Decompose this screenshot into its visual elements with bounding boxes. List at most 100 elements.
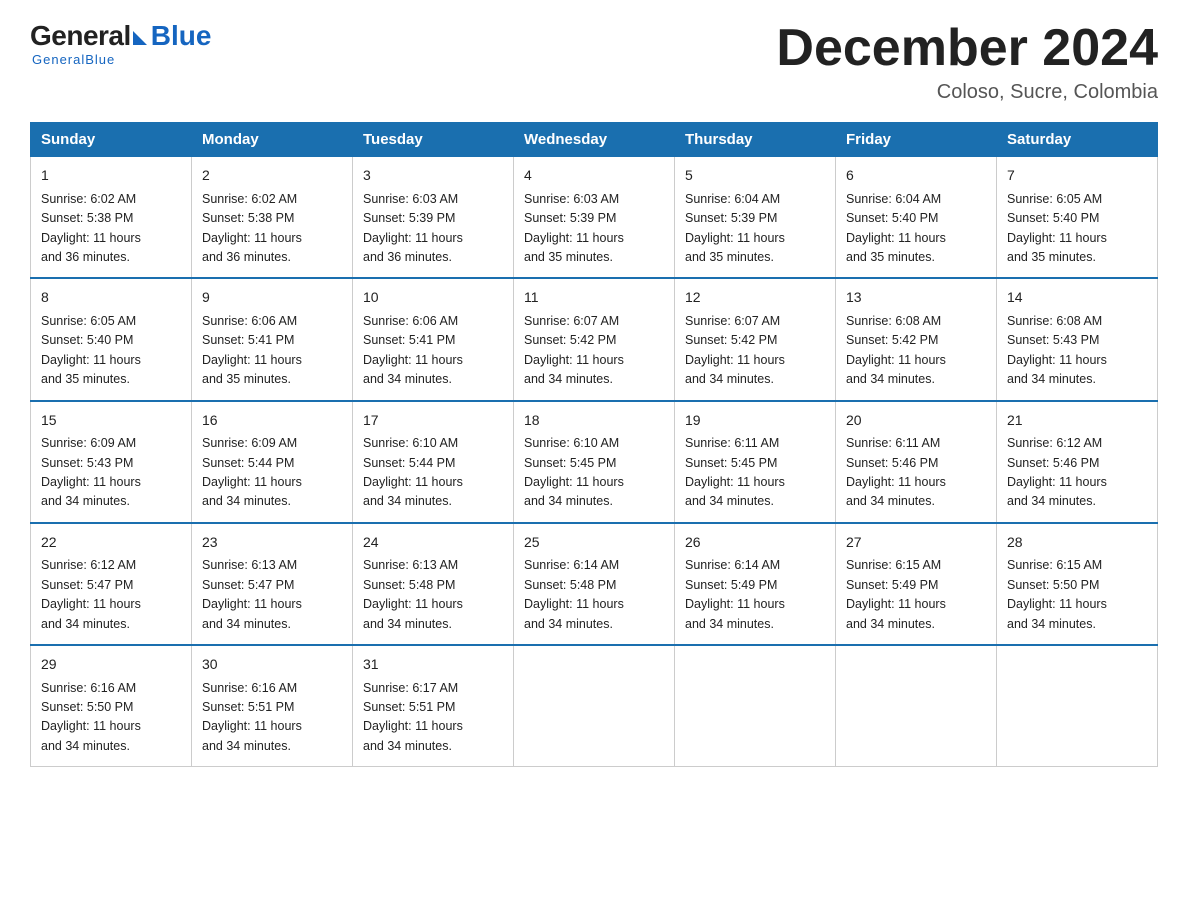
day-info: Sunrise: 6:05 AMSunset: 5:40 PMDaylight:… (41, 314, 141, 386)
title-area: December 2024 Coloso, Sucre, Colombia (776, 20, 1158, 104)
day-info: Sunrise: 6:04 AMSunset: 5:39 PMDaylight:… (685, 192, 785, 264)
day-number: 6 (846, 165, 986, 187)
day-info: Sunrise: 6:15 AMSunset: 5:50 PMDaylight:… (1007, 558, 1107, 630)
header-cell-thursday: Thursday (675, 123, 836, 157)
day-number: 21 (1007, 410, 1147, 432)
calendar-cell: 15 Sunrise: 6:09 AMSunset: 5:43 PMDayligh… (31, 401, 192, 523)
calendar-cell: 26 Sunrise: 6:14 AMSunset: 5:49 PMDayligh… (675, 523, 836, 645)
day-number: 1 (41, 165, 181, 187)
calendar-cell: 16 Sunrise: 6:09 AMSunset: 5:44 PMDayligh… (192, 401, 353, 523)
logo: General Blue GeneralBlue (30, 20, 211, 67)
week-row-1: 1 Sunrise: 6:02 AMSunset: 5:38 PMDaylight… (31, 157, 1158, 279)
calendar-cell: 30Sunrise: 6:16 AMSunset: 5:51 PMDayligh… (192, 645, 353, 767)
day-info: Sunrise: 6:15 AMSunset: 5:49 PMDaylight:… (846, 558, 946, 630)
calendar-cell: 7Sunrise: 6:05 AMSunset: 5:40 PMDaylight… (997, 157, 1158, 279)
day-number: 20 (846, 410, 986, 432)
calendar-cell (675, 645, 836, 767)
day-info: Sunrise: 6:13 AMSunset: 5:47 PMDaylight:… (202, 558, 302, 630)
calendar-cell: 24 Sunrise: 6:13 AMSunset: 5:48 PMDayligh… (353, 523, 514, 645)
calendar-cell: 20 Sunrise: 6:11 AMSunset: 5:46 PMDayligh… (836, 401, 997, 523)
header-row: SundayMondayTuesdayWednesdayThursdayFrid… (31, 123, 1158, 157)
calendar-cell: 25 Sunrise: 6:14 AMSunset: 5:48 PMDayligh… (514, 523, 675, 645)
header-cell-saturday: Saturday (997, 123, 1158, 157)
day-number: 4 (524, 165, 664, 187)
day-number: 27 (846, 532, 986, 554)
calendar-cell: 14 Sunrise: 6:08 AMSunset: 5:43 PMDayligh… (997, 278, 1158, 400)
calendar-body: 1 Sunrise: 6:02 AMSunset: 5:38 PMDaylight… (31, 157, 1158, 767)
header-cell-tuesday: Tuesday (353, 123, 514, 157)
page-header: General Blue GeneralBlue December 2024 C… (30, 20, 1158, 104)
calendar-cell (997, 645, 1158, 767)
day-number: 17 (363, 410, 503, 432)
day-number: 10 (363, 287, 503, 309)
location-subtitle: Coloso, Sucre, Colombia (776, 81, 1158, 104)
day-number: 3 (363, 165, 503, 187)
day-info: Sunrise: 6:08 AMSunset: 5:43 PMDaylight:… (1007, 314, 1107, 386)
day-info: Sunrise: 6:03 AMSunset: 5:39 PMDaylight:… (363, 192, 463, 264)
day-info: Sunrise: 6:07 AMSunset: 5:42 PMDaylight:… (685, 314, 785, 386)
day-info: Sunrise: 6:02 AMSunset: 5:38 PMDaylight:… (41, 192, 141, 264)
week-row-4: 22Sunrise: 6:12 AMSunset: 5:47 PMDayligh… (31, 523, 1158, 645)
day-number: 15 (41, 410, 181, 432)
calendar-cell: 13Sunrise: 6:08 AMSunset: 5:42 PMDayligh… (836, 278, 997, 400)
day-number: 13 (846, 287, 986, 309)
logo-arrow-icon (133, 31, 147, 45)
day-number: 24 (363, 532, 503, 554)
week-row-2: 8 Sunrise: 6:05 AMSunset: 5:40 PMDaylight… (31, 278, 1158, 400)
header-cell-wednesday: Wednesday (514, 123, 675, 157)
day-number: 19 (685, 410, 825, 432)
day-number: 25 (524, 532, 664, 554)
day-info: Sunrise: 6:11 AMSunset: 5:45 PMDaylight:… (685, 436, 785, 508)
calendar-cell: 11Sunrise: 6:07 AMSunset: 5:42 PMDayligh… (514, 278, 675, 400)
day-number: 12 (685, 287, 825, 309)
calendar-cell: 4 Sunrise: 6:03 AMSunset: 5:39 PMDaylight… (514, 157, 675, 279)
calendar-cell: 10Sunrise: 6:06 AMSunset: 5:41 PMDayligh… (353, 278, 514, 400)
day-number: 16 (202, 410, 342, 432)
day-info: Sunrise: 6:10 AMSunset: 5:44 PMDaylight:… (363, 436, 463, 508)
day-info: Sunrise: 6:09 AMSunset: 5:43 PMDaylight:… (41, 436, 141, 508)
day-info: Sunrise: 6:11 AMSunset: 5:46 PMDaylight:… (846, 436, 946, 508)
day-number: 11 (524, 287, 664, 309)
calendar-cell: 18 Sunrise: 6:10 AMSunset: 5:45 PMDayligh… (514, 401, 675, 523)
day-info: Sunrise: 6:04 AMSunset: 5:40 PMDaylight:… (846, 192, 946, 264)
day-info: Sunrise: 6:12 AMSunset: 5:47 PMDaylight:… (41, 558, 141, 630)
day-info: Sunrise: 6:10 AMSunset: 5:45 PMDaylight:… (524, 436, 624, 508)
day-number: 5 (685, 165, 825, 187)
header-cell-monday: Monday (192, 123, 353, 157)
logo-top: General Blue (30, 20, 211, 52)
day-info: Sunrise: 6:13 AMSunset: 5:48 PMDaylight:… (363, 558, 463, 630)
calendar-cell: 28 Sunrise: 6:15 AMSunset: 5:50 PMDayligh… (997, 523, 1158, 645)
calendar-cell (514, 645, 675, 767)
day-info: Sunrise: 6:09 AMSunset: 5:44 PMDaylight:… (202, 436, 302, 508)
day-info: Sunrise: 6:03 AMSunset: 5:39 PMDaylight:… (524, 192, 624, 264)
day-number: 31 (363, 654, 503, 676)
day-info: Sunrise: 6:06 AMSunset: 5:41 PMDaylight:… (202, 314, 302, 386)
calendar-cell: 23 Sunrise: 6:13 AMSunset: 5:47 PMDayligh… (192, 523, 353, 645)
calendar-cell: 3 Sunrise: 6:03 AMSunset: 5:39 PMDaylight… (353, 157, 514, 279)
day-number: 7 (1007, 165, 1147, 187)
week-row-3: 15 Sunrise: 6:09 AMSunset: 5:43 PMDayligh… (31, 401, 1158, 523)
day-number: 23 (202, 532, 342, 554)
day-info: Sunrise: 6:14 AMSunset: 5:49 PMDaylight:… (685, 558, 785, 630)
logo-general-text: General (30, 20, 131, 52)
calendar-cell: 12 Sunrise: 6:07 AMSunset: 5:42 PMDayligh… (675, 278, 836, 400)
logo-tagline: GeneralBlue (32, 52, 115, 67)
calendar-cell: 27 Sunrise: 6:15 AMSunset: 5:49 PMDayligh… (836, 523, 997, 645)
day-number: 2 (202, 165, 342, 187)
day-number: 28 (1007, 532, 1147, 554)
calendar-cell: 9Sunrise: 6:06 AMSunset: 5:41 PMDaylight… (192, 278, 353, 400)
day-number: 8 (41, 287, 181, 309)
logo-blue-text: Blue (151, 20, 212, 52)
calendar-cell: 1 Sunrise: 6:02 AMSunset: 5:38 PMDaylight… (31, 157, 192, 279)
calendar-cell: 22Sunrise: 6:12 AMSunset: 5:47 PMDayligh… (31, 523, 192, 645)
day-number: 26 (685, 532, 825, 554)
day-info: Sunrise: 6:17 AMSunset: 5:51 PMDaylight:… (363, 681, 463, 753)
calendar-cell: 2Sunrise: 6:02 AMSunset: 5:38 PMDaylight… (192, 157, 353, 279)
day-number: 18 (524, 410, 664, 432)
day-info: Sunrise: 6:12 AMSunset: 5:46 PMDaylight:… (1007, 436, 1107, 508)
calendar-cell (836, 645, 997, 767)
day-info: Sunrise: 6:14 AMSunset: 5:48 PMDaylight:… (524, 558, 624, 630)
calendar-cell: 21 Sunrise: 6:12 AMSunset: 5:46 PMDayligh… (997, 401, 1158, 523)
week-row-5: 29Sunrise: 6:16 AMSunset: 5:50 PMDayligh… (31, 645, 1158, 767)
day-number: 14 (1007, 287, 1147, 309)
